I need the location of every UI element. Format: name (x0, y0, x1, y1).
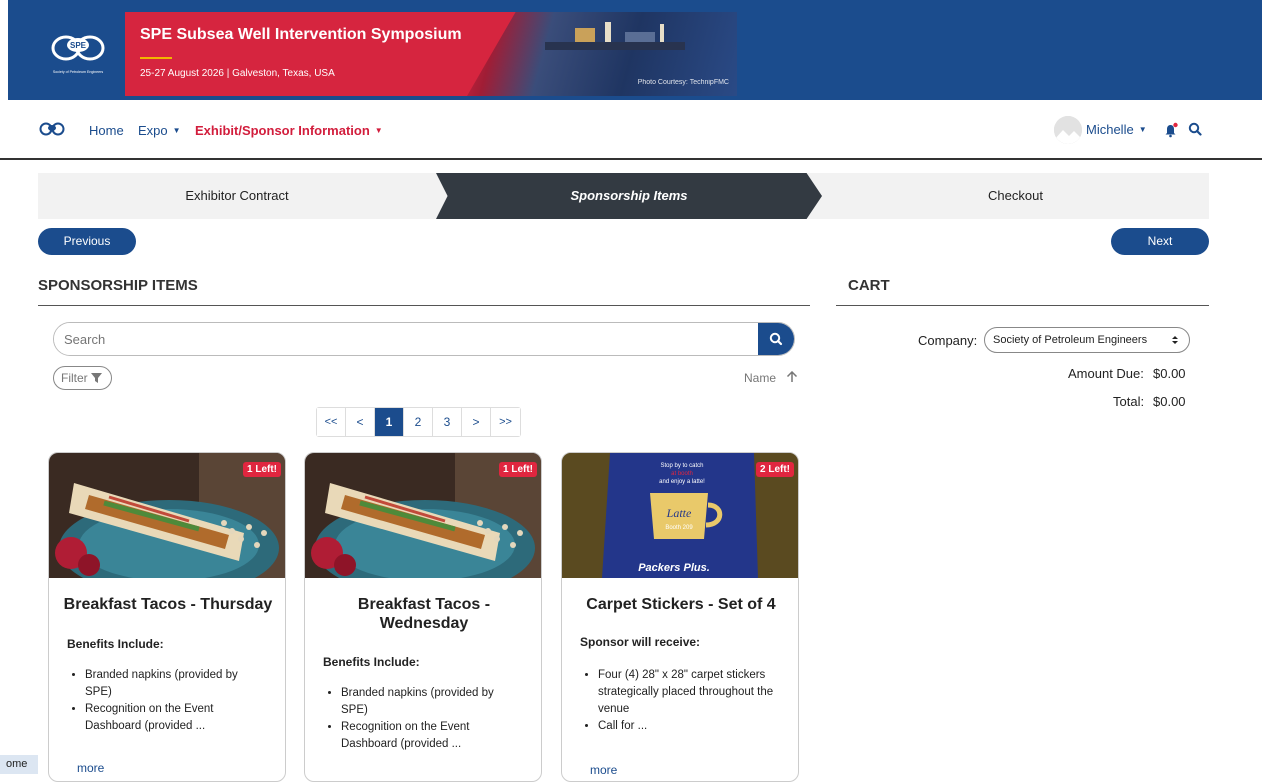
event-banner[interactable]: SPE Subsea Well Intervention Symposium 2… (125, 12, 737, 96)
title-underline (140, 57, 172, 59)
cart-heading: CART (848, 277, 890, 294)
sticker-text: Stop by to catch (660, 463, 703, 469)
nav-exhibit-label: Exhibit/Sponsor Information (195, 123, 370, 138)
sponsorship-items-heading: SPONSORSHIP ITEMS (38, 277, 198, 294)
vessel-illustration-icon (545, 22, 685, 50)
previous-button[interactable]: Previous (38, 228, 136, 255)
select-arrows-icon (1172, 336, 1178, 344)
search-bar (53, 322, 795, 356)
bell-icon[interactable] (1163, 122, 1179, 138)
step-sponsorship-items[interactable]: Sponsorship Items (436, 173, 822, 219)
page-next[interactable]: > (462, 408, 491, 436)
spe-logo-icon[interactable]: SPE Society of Petroleum Engineers (40, 30, 120, 80)
header-banner: SPE Society of Petroleum Engineers SPE S… (0, 0, 1262, 100)
more-link[interactable]: more (77, 761, 104, 775)
card-subtitle: Benefits Include: (67, 637, 164, 651)
company-value: Society of Petroleum Engineers (993, 334, 1148, 346)
more-link[interactable]: more (590, 763, 617, 777)
cart-divider (836, 305, 1209, 306)
nav-expo[interactable]: Expo ▼ (138, 123, 181, 138)
pagination: << < 1 2 3 > >> (316, 407, 521, 437)
logo-text: SPE (70, 41, 87, 50)
company-label: Company: (918, 333, 978, 348)
search-button[interactable] (758, 323, 794, 355)
chevron-down-icon: ▼ (374, 126, 383, 135)
sticker-text: at booth (671, 471, 693, 477)
funnel-icon (91, 373, 103, 383)
search-icon (769, 332, 783, 346)
sticker-text: and enjoy a latte! (659, 479, 705, 485)
page-2[interactable]: 2 (404, 408, 433, 436)
stock-badge: 1 Left! (499, 462, 537, 477)
spe-small-logo-icon[interactable] (38, 122, 66, 136)
card-title: Breakfast Tacos - Thursday (63, 596, 273, 613)
search-icon[interactable] (1188, 122, 1202, 136)
event-dates: 25-27 August 2026 | Galveston, Texas, US… (140, 68, 335, 79)
user-menu[interactable]: Michelle ▼ (1086, 122, 1147, 137)
list-item: Four (4) 28" x 28" carpet stickers strat… (598, 667, 788, 718)
avatar[interactable] (1054, 116, 1082, 144)
nav-exhibit-sponsor[interactable]: Exhibit/Sponsor Information ▼ (195, 123, 383, 138)
card-title: Breakfast Tacos - Wednesday (357, 596, 491, 632)
total-value: $0.00 (1153, 394, 1186, 409)
user-name: Michelle (1086, 122, 1134, 137)
stock-badge: 1 Left! (243, 462, 281, 477)
chevron-down-icon: ▼ (172, 126, 181, 135)
sponsorship-card[interactable]: 1 Left! Breakfast Tacos - Wednesday Bene… (304, 452, 542, 782)
avatar-placeholder-icon (1054, 116, 1082, 144)
sponsorship-card[interactable]: Stop by to catch at booth and enjoy a la… (561, 452, 799, 782)
nav-home[interactable]: Home (89, 123, 124, 138)
list-item: Recognition on the Event Dashboard (prov… (85, 701, 265, 735)
sponsorship-card[interactable]: 1 Left! Breakfast Tacos - Thursday Benef… (48, 452, 286, 782)
progress-steps: Exhibitor Contract Sponsorship Items Che… (38, 173, 1209, 219)
section-divider (38, 305, 810, 306)
arrow-up-icon (787, 370, 798, 382)
step-checkout[interactable]: Checkout (822, 173, 1209, 219)
search-input[interactable] (54, 323, 760, 355)
benefit-list: Four (4) 28" x 28" carpet stickers strat… (598, 667, 788, 735)
logo-caption: Society of Petroleum Engineers (53, 70, 104, 74)
sticker-text: Packers Plus. (638, 562, 710, 574)
page-last[interactable]: >> (491, 408, 520, 436)
stock-badge: 2 Left! (756, 462, 794, 477)
benefit-list: Branded napkins (provided by SPE) Recogn… (341, 685, 521, 753)
list-item: Branded napkins (provided by SPE) (85, 667, 265, 701)
total-label: Total: (1113, 394, 1145, 409)
page-1[interactable]: 1 (375, 408, 404, 436)
home-tab[interactable]: ome (0, 755, 38, 774)
list-item: Branded napkins (provided by SPE) (341, 685, 521, 719)
chevron-down-icon: ▼ (1138, 125, 1147, 134)
amount-due-label: Amount Due: (1068, 366, 1144, 381)
list-item: Call for ... (598, 718, 788, 735)
main-nav: Home Expo ▼ Exhibit/Sponsor Information ▼ … (0, 100, 1262, 160)
event-title: SPE Subsea Well Intervention Symposium (140, 26, 462, 43)
card-subtitle: Sponsor will receive: (580, 635, 701, 649)
sticker-text: Booth 209 (665, 525, 693, 531)
amount-due-value: $0.00 (1153, 366, 1186, 381)
sort-label: Name (744, 371, 777, 385)
photo-credit: Photo Courtesy: TechnipFMC (637, 79, 729, 86)
notification-dot (1173, 122, 1178, 128)
page-prev[interactable]: < (346, 408, 375, 436)
filter-button[interactable]: Filter (53, 366, 112, 390)
card-subtitle: Benefits Include: (323, 655, 420, 669)
sort-control[interactable]: Name (744, 370, 798, 385)
benefit-list: Branded napkins (provided by SPE) Recogn… (85, 667, 265, 735)
company-select[interactable]: Society of Petroleum Engineers (984, 327, 1190, 353)
next-button[interactable]: Next (1111, 228, 1209, 255)
page-3[interactable]: 3 (433, 408, 462, 436)
filter-label: Filter (61, 371, 88, 385)
card-title: Carpet Stickers - Set of 4 (586, 596, 776, 613)
list-item: Recognition on the Event Dashboard (prov… (341, 719, 521, 753)
sticker-text: Latte (666, 506, 692, 520)
step-exhibitor-contract[interactable]: Exhibitor Contract (38, 173, 436, 219)
page-first[interactable]: << (317, 408, 346, 436)
nav-expo-label: Expo (138, 123, 168, 138)
